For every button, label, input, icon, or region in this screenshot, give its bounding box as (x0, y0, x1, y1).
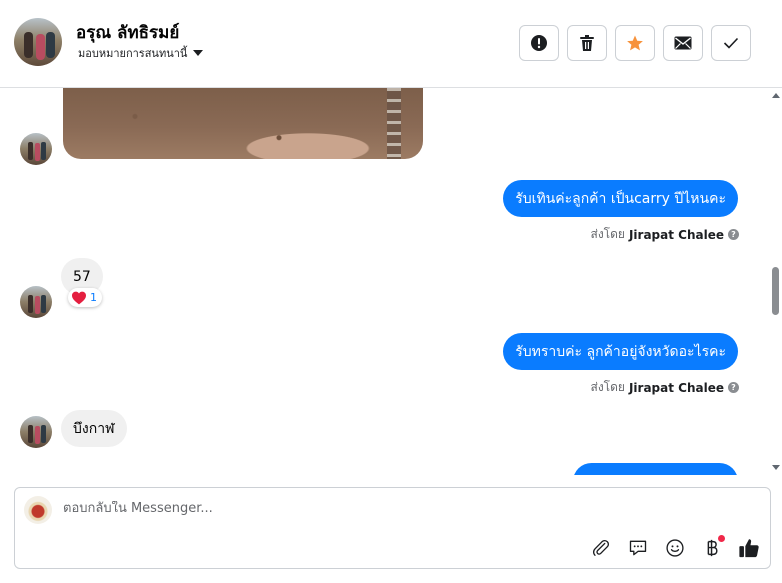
delete-button[interactable] (567, 25, 607, 61)
outgoing-message[interactable]: รับทราบค่ะ ลูกค้าอยู่จังหวัดอะไรคะ (503, 333, 738, 370)
caret-down-icon (193, 50, 204, 56)
mark-unread-button[interactable] (663, 25, 703, 61)
attach-button[interactable] (590, 537, 612, 559)
outgoing-message-partial[interactable] (573, 463, 738, 475)
sent-by-label: ส่งโดย Jirapat Chalee ? (590, 378, 739, 397)
saved-replies-button[interactable] (627, 537, 649, 559)
star-icon (627, 35, 643, 51)
contact-avatar[interactable] (14, 18, 62, 66)
reaction-badge[interactable]: 1 (68, 288, 102, 307)
assign-label: มอบหมายการสนทนานี้ (78, 47, 188, 60)
send-like-button[interactable] (738, 537, 760, 559)
customer-avatar (20, 286, 52, 318)
sent-by-prefix: ส่งโดย (590, 380, 625, 394)
emoji-button[interactable] (664, 537, 686, 559)
sender-name: Jirapat Chalee (628, 380, 724, 395)
assign-conversation-dropdown[interactable]: มอบหมายการสนทนานี้ (78, 44, 204, 62)
envelope-icon (674, 36, 692, 50)
help-icon[interactable]: ? (728, 382, 739, 393)
message-list[interactable]: รับเทินค่ะลูกค้า เป็นcarry ปีไหนคะ ส่งโด… (0, 88, 770, 475)
reply-input[interactable] (63, 501, 663, 516)
page-avatar (24, 496, 52, 524)
customer-avatar (20, 416, 52, 448)
reply-composer (14, 487, 771, 569)
incoming-message[interactable]: บึงกาฬ (61, 410, 127, 447)
alert-icon (531, 35, 547, 51)
message-scrollbar[interactable] (770, 88, 782, 475)
message-text: 57 (73, 268, 91, 285)
conversation-header: อรุณ ลัทธิรมย์ มอบหมายการสนทนานี้ (0, 0, 782, 88)
trash-icon (580, 35, 594, 51)
thumbs-up-icon (739, 539, 759, 558)
star-button[interactable] (615, 25, 655, 61)
notification-dot (718, 535, 725, 542)
message-text: รับเทินค่ะลูกค้า เป็นcarry ปีไหนคะ (515, 190, 726, 207)
check-icon (723, 37, 739, 49)
help-icon[interactable]: ? (728, 229, 739, 240)
mark-done-button[interactable] (711, 25, 751, 61)
contact-name[interactable]: อรุณ ลัทธิรมย์ (76, 19, 179, 46)
scroll-down-arrow-icon[interactable] (772, 465, 780, 470)
scrollbar-thumb[interactable] (772, 267, 779, 315)
header-actions (519, 25, 751, 61)
paperclip-icon (592, 539, 610, 556)
composer-tools (590, 535, 760, 559)
outgoing-message[interactable]: รับเทินค่ะลูกค้า เป็นcarry ปีไหนคะ (503, 180, 738, 217)
scroll-up-arrow-icon[interactable] (772, 93, 780, 98)
message-text: บึงกาฬ (73, 420, 115, 437)
messenger-conversation-panel: อรุณ ลัทธิรมย์ มอบหมายการสนทนานี้ รับเทิ… (0, 0, 782, 583)
smiley-icon (666, 539, 684, 557)
payment-button[interactable] (701, 535, 725, 559)
sent-by-prefix: ส่งโดย (590, 227, 625, 241)
heart-icon (72, 291, 86, 304)
customer-avatar (20, 133, 52, 165)
chat-bubble-icon (629, 540, 647, 556)
spam-button[interactable] (519, 25, 559, 61)
sent-by-label: ส่งโดย Jirapat Chalee ? (590, 225, 739, 244)
sender-name: Jirapat Chalee (628, 227, 724, 242)
message-text: รับทราบค่ะ ลูกค้าอยู่จังหวัดอะไรคะ (515, 343, 726, 360)
reaction-count: 1 (90, 291, 97, 304)
image-attachment[interactable] (63, 88, 423, 159)
